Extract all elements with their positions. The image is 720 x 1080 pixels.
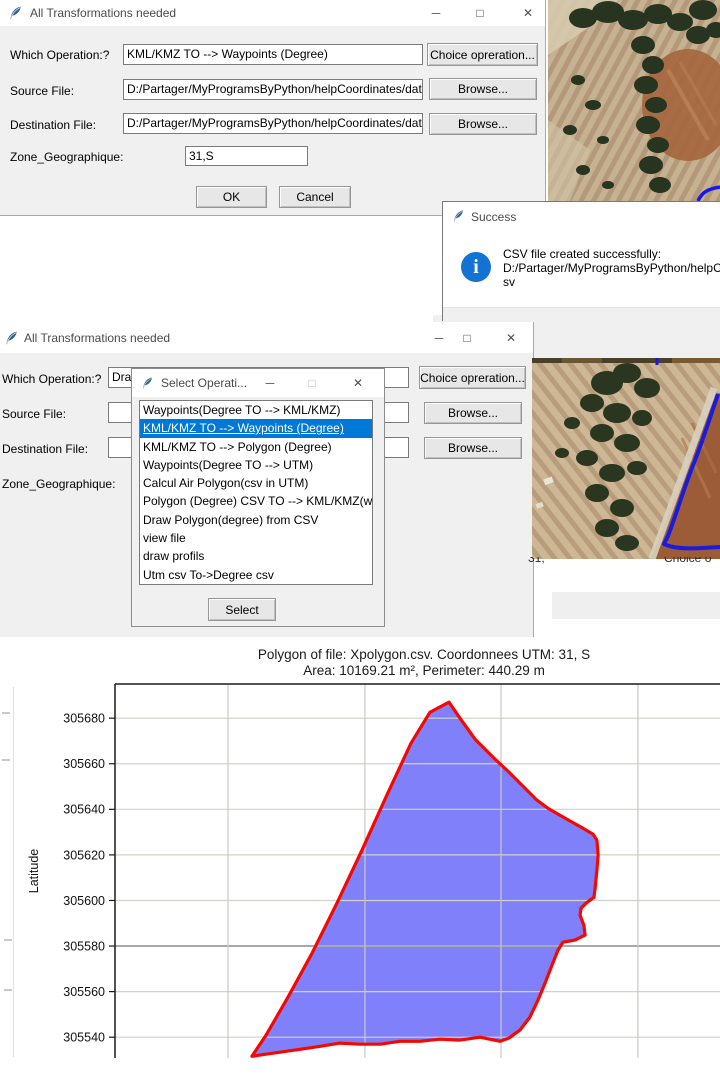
label-source-file: Source File: <box>10 84 74 98</box>
browse-destination-button[interactable]: Browse... <box>424 437 522 459</box>
satellite-image-polygon-graphic <box>532 358 720 559</box>
list-item[interactable]: Calcul Air Polygon(csv in UTM) <box>140 474 372 492</box>
screen: All Transformations needed ─ □ ✕ Which O… <box>0 0 720 1080</box>
label-zone-geographique: Zone_Geographique: <box>2 477 115 491</box>
success-dialog-footer <box>443 307 720 321</box>
choice-operation-button[interactable]: Choice opreration... <box>419 366 526 389</box>
sliver-left-text: 31, <box>528 557 545 565</box>
window1-titlebar[interactable]: All Transformations needed ─ □ ✕ <box>0 0 545 26</box>
browse-source-button[interactable]: Browse... <box>424 402 522 424</box>
y-axis-label: Latitude <box>27 849 41 894</box>
select-button[interactable]: Select <box>208 598 276 621</box>
svg-text:305660: 305660 <box>63 757 105 771</box>
label-which-operation: Which Operation:? <box>2 372 101 386</box>
occluded-button-strip <box>552 592 720 619</box>
ok-button[interactable]: OK <box>196 186 267 208</box>
polygon-plot-canvas: 305680 305660 305640 305620 305600 305580 3055… <box>0 637 720 1080</box>
browse-destination-button[interactable]: Browse... <box>429 113 537 135</box>
success-message-line1: CSV file created successfully: <box>503 247 661 261</box>
tkinter-feather-icon <box>141 376 154 390</box>
list-item[interactable]: Utm csv To->Degree csv <box>140 566 372 584</box>
polygon-plot-figure: Polygon of file: Xpolygon.csv. Coordonne… <box>0 637 720 1080</box>
window2-title: All Transformations needed <box>24 331 170 345</box>
info-icon: i <box>461 252 491 282</box>
source-file-entry[interactable]: D:/Partager/MyProgramsByPython/helpCoord… <box>123 79 423 100</box>
close-icon[interactable]: ✕ <box>348 376 368 390</box>
svg-text:305540: 305540 <box>63 1031 105 1045</box>
svg-text:305640: 305640 <box>63 803 105 817</box>
maximize-icon[interactable]: □ <box>302 376 322 390</box>
list-item[interactable]: Waypoints(Degree TO --> UTM) <box>140 456 372 474</box>
list-item-selected[interactable]: KML/KMZ TO --> Waypoints (Degree) <box>140 419 372 437</box>
label-destination-file: Destination File: <box>10 118 96 132</box>
success-message-line3: sv <box>503 275 515 289</box>
select-operation-dialog: Select Operati... ─ □ ✕ Waypoints(Degree… <box>131 368 385 627</box>
label-destination-file: Destination File: <box>2 442 88 456</box>
satellite-image-top-graphic <box>548 0 720 201</box>
label-zone-geographique: Zone_Geographique: <box>10 150 123 164</box>
minimize-icon[interactable]: ─ <box>426 6 446 20</box>
label-which-operation: Which Operation:? <box>10 48 109 62</box>
tkinter-feather-icon <box>4 330 19 346</box>
satellite-image-polygon <box>532 358 720 559</box>
label-source-file: Source File: <box>2 407 66 421</box>
close-icon[interactable]: ✕ <box>501 331 521 345</box>
operation-listbox[interactable]: Waypoints(Degree TO --> KML/KMZ) KML/KMZ… <box>139 400 373 585</box>
svg-text:305560: 305560 <box>63 985 105 999</box>
window2-titlebar[interactable]: All Transformations needed ─ □ ✕ <box>0 322 533 353</box>
list-item[interactable]: Waypoints(Degree TO --> KML/KMZ) <box>140 401 372 419</box>
success-dialog-title: Success <box>471 210 516 224</box>
zone-entry[interactable]: 31,S <box>185 146 308 166</box>
select-dialog-titlebar[interactable]: Select Operati... ─ □ ✕ <box>132 369 384 397</box>
svg-text:305620: 305620 <box>63 848 105 862</box>
maximize-icon[interactable]: □ <box>470 6 490 20</box>
choice-operation-button[interactable]: Choice opreration... <box>427 43 538 66</box>
list-item[interactable]: Polygon (Degree) CSV TO --> KML/KMZ(w <box>140 492 372 510</box>
maximize-icon[interactable]: □ <box>457 331 477 345</box>
select-dialog-title: Select Operati... <box>161 376 247 390</box>
close-icon[interactable]: ✕ <box>518 6 538 20</box>
window-transformations-1: All Transformations needed ─ □ ✕ Which O… <box>0 0 546 216</box>
sliver-right-text: Choice o <box>664 557 711 565</box>
list-item[interactable]: view file <box>140 529 372 547</box>
minimize-icon[interactable]: ─ <box>260 376 280 390</box>
minimize-icon[interactable]: ─ <box>429 331 449 345</box>
svg-text:305600: 305600 <box>63 894 105 908</box>
list-item[interactable]: draw profils <box>140 547 372 565</box>
svg-text:305680: 305680 <box>63 712 105 726</box>
window1-title: All Transformations needed <box>30 6 176 20</box>
list-item[interactable]: KML/KMZ TO --> Polygon (Degree) <box>140 438 372 456</box>
occluded-window-text-sliver: 31, Choice o <box>518 557 720 569</box>
satellite-image-top <box>548 0 720 201</box>
browse-source-button[interactable]: Browse... <box>429 78 537 100</box>
operation-entry[interactable]: KML/KMZ TO --> Waypoints (Degree) <box>123 44 423 65</box>
svg-text:305580: 305580 <box>63 939 105 953</box>
tkinter-feather-icon <box>452 209 465 223</box>
cancel-button[interactable]: Cancel <box>279 186 351 208</box>
success-message-line2: D:/Partager/MyProgramsByPython/helpCo <box>503 261 720 275</box>
tkinter-feather-icon <box>8 5 23 21</box>
destination-file-entry[interactable]: D:/Partager/MyProgramsByPython/helpCoord… <box>123 113 423 134</box>
success-dialog: Success i CSV file created successfully:… <box>442 201 720 321</box>
list-item[interactable]: Draw Polygon(degree) from CSV <box>140 511 372 529</box>
